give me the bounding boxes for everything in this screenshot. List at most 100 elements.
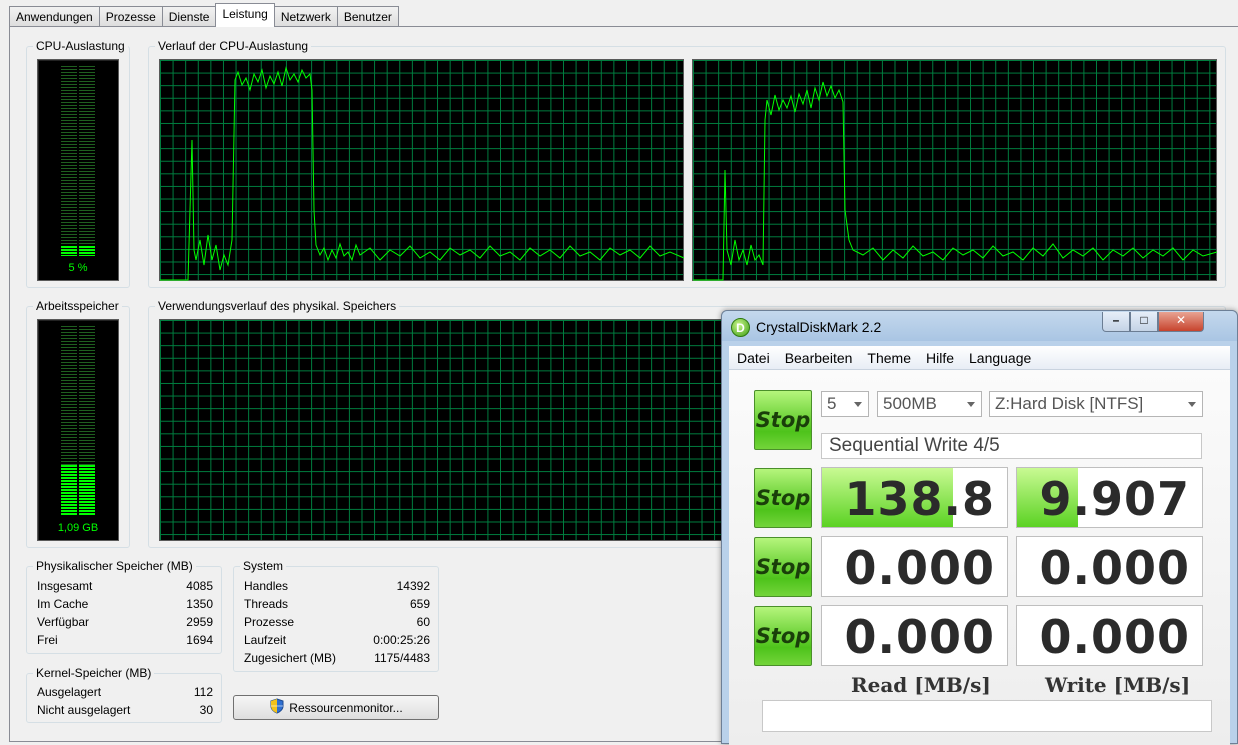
close-icon: ✕ bbox=[1175, 313, 1187, 327]
cpu-usage-group: CPU-Auslastung 5 % bbox=[26, 39, 130, 288]
cpu-usage-title: CPU-Auslastung bbox=[33, 39, 128, 53]
system-row-processes: Prozesse 60 bbox=[244, 615, 430, 633]
chevron-down-icon bbox=[967, 402, 975, 407]
test-count-select[interactable]: 5 bbox=[821, 391, 869, 417]
cdm-body: Stop 5 500MB Z:Hard Disk [NTFS] Sequenti… bbox=[729, 370, 1230, 745]
system-handles-value: 14392 bbox=[396, 579, 430, 593]
physical-row-total: Insgesamt 4085 bbox=[37, 579, 213, 597]
maximize-icon: □ bbox=[1140, 313, 1148, 327]
kernel-paged-value: 112 bbox=[193, 685, 213, 699]
tab-netzwerk[interactable]: Netzwerk bbox=[273, 6, 338, 27]
tab-anwendungen[interactable]: Anwendungen bbox=[9, 6, 100, 27]
system-processes-label: Prozesse bbox=[244, 615, 295, 629]
cpu-core1-line bbox=[160, 66, 685, 281]
system-row-handles: Handles 14392 bbox=[244, 579, 430, 597]
test-size-value: 500MB bbox=[883, 394, 937, 413]
seq-write-value: 9.907 bbox=[1039, 472, 1190, 526]
cpu-core2-line bbox=[693, 81, 1218, 281]
cpu-history-title: Verlauf der CPU-Auslastung bbox=[155, 39, 312, 53]
system-uptime-label: Laufzeit bbox=[244, 633, 287, 647]
cdm-logo-icon: D bbox=[731, 318, 750, 337]
512k-read-value: 0.000 bbox=[844, 541, 995, 595]
kernel-nonpaged-label: Nicht ausgelagert bbox=[37, 703, 131, 717]
system-threads-label: Threads bbox=[244, 597, 289, 611]
comment-field[interactable] bbox=[762, 700, 1212, 732]
system-title: System bbox=[240, 559, 287, 573]
physical-cache-value: 1350 bbox=[186, 597, 213, 611]
stop-all-button[interactable]: Stop bbox=[754, 390, 812, 450]
shield-icon bbox=[269, 698, 285, 717]
4k-read-value: 0.000 bbox=[844, 610, 995, 664]
physical-memory-title: Physikalischer Speicher (MB) bbox=[33, 559, 196, 573]
stop-4k-button[interactable]: Stop bbox=[754, 606, 812, 666]
physical-available-value: 2959 bbox=[186, 615, 213, 629]
write-column-header: Write [MB/s] bbox=[1045, 673, 1191, 697]
tab-strip: Anwendungen Prozesse Dienste Leistung Ne… bbox=[9, 3, 399, 27]
tab-benutzer[interactable]: Benutzer bbox=[336, 6, 399, 27]
physical-available-label: Verfügbar bbox=[37, 615, 90, 629]
test-count-value: 5 bbox=[827, 394, 837, 413]
drive-value: Z:Hard Disk [NTFS] bbox=[995, 394, 1144, 413]
physical-row-available: Verfügbar 2959 bbox=[37, 615, 213, 633]
tab-leistung[interactable]: Leistung bbox=[215, 3, 275, 27]
system-row-uptime: Laufzeit 0:00:25:26 bbox=[244, 633, 430, 651]
kernel-memory-group: Kernel-Speicher (MB) Ausgelagert 112 Nic… bbox=[26, 666, 222, 723]
kernel-paged-label: Ausgelagert bbox=[37, 685, 102, 699]
512k-read-result: 0.000 bbox=[821, 536, 1008, 597]
close-button[interactable]: ✕ bbox=[1158, 312, 1204, 332]
system-uptime-value: 0:00:25:26 bbox=[373, 633, 430, 647]
menu-language[interactable]: Language bbox=[969, 350, 1031, 366]
menu-datei[interactable]: Datei bbox=[737, 350, 770, 366]
memory-meter-fill bbox=[61, 465, 95, 516]
tab-dienste[interactable]: Dienste bbox=[161, 6, 217, 27]
cpu-history-group: Verlauf der CPU-Auslastung bbox=[148, 39, 1226, 288]
system-threads-value: 659 bbox=[409, 597, 430, 611]
stop-seq-button[interactable]: Stop bbox=[754, 468, 812, 528]
512k-write-result: 0.000 bbox=[1016, 536, 1203, 597]
cpu-history-graph-core1 bbox=[159, 59, 685, 281]
drive-select[interactable]: Z:Hard Disk [NTFS] bbox=[989, 391, 1203, 417]
menu-hilfe[interactable]: Hilfe bbox=[926, 350, 954, 366]
cpu-meter-track bbox=[61, 66, 95, 256]
4k-read-result: 0.000 bbox=[821, 605, 1008, 666]
status-text: Sequential Write 4/5 bbox=[821, 433, 1202, 459]
system-handles-label: Handles bbox=[244, 579, 289, 593]
memory-value-label: 1,09 GB bbox=[57, 522, 99, 534]
menu-bearbeiten[interactable]: Bearbeiten bbox=[785, 350, 853, 366]
physical-cache-label: Im Cache bbox=[37, 597, 89, 611]
4k-write-value: 0.000 bbox=[1039, 610, 1190, 664]
memory-history-title: Verwendungsverlauf des physikal. Speiche… bbox=[155, 299, 400, 313]
memory-title: Arbeitsspeicher bbox=[33, 299, 122, 313]
menu-theme[interactable]: Theme bbox=[867, 350, 911, 366]
seq-write-result: 9.907 bbox=[1016, 467, 1203, 528]
minimize-icon: – bbox=[1112, 313, 1120, 327]
cpu-meter-fill bbox=[61, 246, 95, 256]
kernel-memory-title: Kernel-Speicher (MB) bbox=[33, 666, 155, 680]
system-group: System Handles 14392 Threads 659 Prozess… bbox=[233, 559, 439, 672]
chevron-down-icon bbox=[1188, 402, 1196, 407]
memory-group: Arbeitsspeicher 1,09 GB bbox=[26, 299, 130, 548]
seq-read-result: 138.8 bbox=[821, 467, 1008, 528]
minimize-button[interactable]: – bbox=[1102, 312, 1130, 332]
resource-monitor-button[interactable]: Ressourcenmonitor... bbox=[233, 695, 439, 720]
resource-monitor-label: Ressourcenmonitor... bbox=[289, 700, 403, 715]
tab-prozesse[interactable]: Prozesse bbox=[98, 6, 163, 27]
maximize-button[interactable]: □ bbox=[1130, 312, 1158, 332]
chevron-down-icon bbox=[854, 402, 862, 407]
cpu-meter: 5 % bbox=[37, 59, 119, 281]
physical-total-label: Insgesamt bbox=[37, 579, 93, 593]
system-processes-value: 60 bbox=[416, 615, 430, 629]
physical-free-label: Frei bbox=[37, 633, 58, 647]
cdm-menubar: Datei Bearbeiten Theme Hilfe Language bbox=[729, 346, 1230, 370]
physical-total-value: 4085 bbox=[186, 579, 213, 593]
physical-memory-group: Physikalischer Speicher (MB) Insgesamt 4… bbox=[26, 559, 222, 654]
kernel-row-paged: Ausgelagert 112 bbox=[37, 685, 213, 703]
physical-row-cache: Im Cache 1350 bbox=[37, 597, 213, 615]
system-row-threads: Threads 659 bbox=[244, 597, 430, 615]
cdm-titlebar[interactable]: D CrystalDiskMark 2.2 – □ ✕ bbox=[722, 311, 1237, 341]
crystaldiskmark-window: D CrystalDiskMark 2.2 – □ ✕ Datei Bearbe… bbox=[721, 310, 1238, 745]
test-size-select[interactable]: 500MB bbox=[877, 391, 982, 417]
stop-512k-button[interactable]: Stop bbox=[754, 537, 812, 597]
cpu-value-label: 5 % bbox=[68, 262, 88, 274]
cpu-history-graph-core2 bbox=[692, 59, 1218, 281]
